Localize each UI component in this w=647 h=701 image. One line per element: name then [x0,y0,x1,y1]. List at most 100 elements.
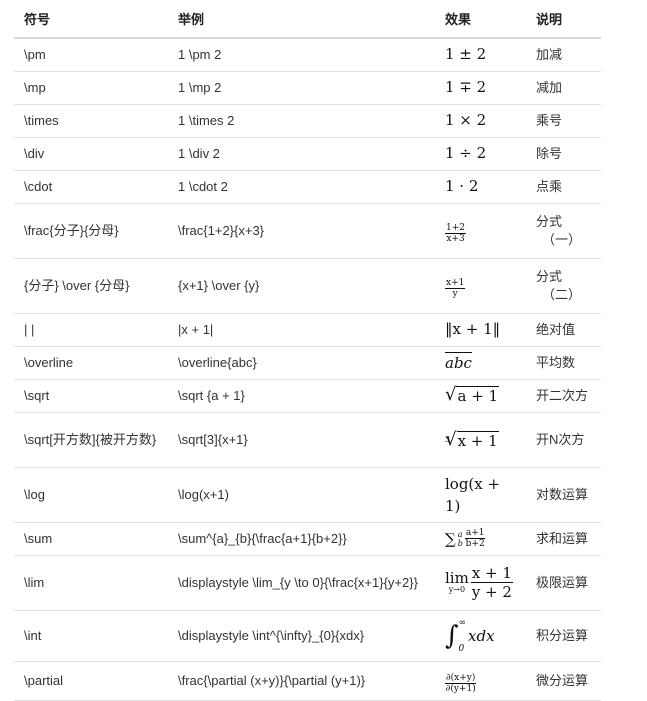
description-line-2: （一） [542,231,582,247]
table-row: \pm 1 \pm 2 1 ± 2 加减 [14,38,601,72]
table-row: \sqrt \sqrt {a + 1} √ a + 1 开二次方 [14,379,601,413]
table-row: \times 1 \times 2 1 × 2 乘号 [14,104,601,138]
rendered-math: √ a + 1 [445,384,500,405]
table-row: \mp 1 \mp 2 1 ∓ 2 减加 [14,71,601,105]
sum-limits: ab [458,530,463,548]
description-cell: 平均数 [526,346,601,380]
symbol-cell: \lim [14,555,168,611]
square-root: √ a + 1 [445,384,500,405]
example-cell: \sum^{a}_{b}{\frac{a+1}{b+2}} [168,522,435,556]
table-row: \div 1 \div 2 1 ÷ 2 除号 [14,137,601,171]
description-cell: 加减 [526,38,601,72]
table-row: {分子} \over {分母} {x+1} \over {y} x+1 y 分式… [14,258,601,314]
example-cell: \frac{1+2}{x+3} [168,203,435,259]
symbol-cell: \int [14,610,168,662]
description-cell: 极限运算 [526,555,601,611]
symbol-cell: \frac{分子}{分母} [14,203,168,259]
fraction: x + 1 y + 2 [470,564,513,601]
integral-lower: 0 [458,643,465,654]
sum-lower: b [457,538,463,548]
rendered-math: x+1 y [445,278,466,299]
description-line-1: 分式 [536,268,563,284]
example-cell: \frac{\partial (x+y)}{\partial (y+1)} [168,661,435,701]
symbol-cell: \times [14,104,168,138]
effect-cell: ‖x + 1‖ [435,313,526,347]
effect-cell: ∑ ab a+1 b+2 [435,522,526,556]
radical-sign-icon: √ [445,429,457,450]
denominator: y [452,289,458,299]
example-cell: 1 \div 2 [168,137,435,171]
integrand: xdx [468,626,495,645]
symbol-cell: \cdot [14,170,168,204]
description-cell: 积分运算 [526,610,601,662]
table-row: \frac{分子}{分母} \frac{1+2}{x+3} 1+2 x+3 分式… [14,203,601,259]
rendered-math: 1+2 x+3 [445,223,466,244]
math-line-1: log(x + [445,474,501,493]
example-cell: \displaystyle \lim_{y \to 0}{\frac{x+1}{… [168,555,435,611]
description-cell: 减加 [526,71,601,105]
description-cell: 分式 （二） [526,258,601,314]
rendered-math: abc [445,352,472,372]
rendered-math: ‖x + 1‖ [445,320,501,338]
example-cell: \sqrt[3]{x+1} [168,412,435,468]
description-line-1: 分式 [536,213,563,229]
effect-cell: √ a + 1 [435,379,526,413]
table-row: \sqrt[开方数]{被开方数} \sqrt[3]{x+1} 3 √ x + 1 开… [14,412,601,468]
symbol-cell: \pm [14,38,168,72]
effect-cell: abc [435,346,526,380]
description-line-2: （二） [542,286,582,302]
example-cell: 1 \cdot 2 [168,170,435,204]
effect-cell: 1 ÷ 2 [435,137,526,171]
symbol-cell: \mp [14,71,168,105]
rendered-math: 1 ± 2 [445,45,487,64]
fraction: ∂(x+y) ∂(y+1) [445,673,477,694]
example-cell: 1 \pm 2 [168,38,435,72]
example-cell: |x + 1| [168,313,435,347]
table-row: \overline \overline{abc} abc 平均数 [14,346,601,380]
rendered-math: lim y→0 x + 1 y + 2 [445,564,513,601]
effect-cell: x+1 y [435,258,526,314]
fraction: a+1 b+2 [464,528,486,549]
rendered-math: 1 ∓ 2 [445,78,487,96]
table-row: \lim \displaystyle \lim_{y \to 0}{\frac{… [14,555,601,611]
numerator: x + 1 [470,564,513,583]
symbol-cell: \log [14,467,168,523]
example-cell: \sqrt {a + 1} [168,379,435,413]
nth-root: 3 √ x + 1 [445,431,499,450]
integral-upper: ∞ [458,617,467,628]
example-cell: \displaystyle \int^{\infty}_{0}{xdx} [168,610,435,662]
symbol-cell: \sqrt [14,379,168,413]
denominator: b+2 [465,539,485,549]
limit-operator: lim y→0 [445,569,469,595]
fraction: x+1 y [445,278,466,299]
table-row: \partial \frac{\partial (x+y)}{\partial … [14,661,601,701]
numerator: 1+2 [445,223,466,234]
radical-sign-icon: √ [445,384,457,405]
numerator: ∂(x+y) [445,673,477,684]
effect-cell: 1 × 2 [435,104,526,138]
denominator: y + 2 [471,583,512,601]
effect-cell: 3 √ x + 1 [435,412,526,468]
table-row: \int \displaystyle \int^{\infty}_{0}{xdx… [14,610,601,662]
table-row: | | |x + 1| ‖x + 1‖ 绝对值 [14,313,601,347]
effect-cell: lim y→0 x + 1 y + 2 [435,555,526,611]
effect-cell: log(x + 1) [435,467,526,523]
table-row: \sum \sum^{a}_{b}{\frac{a+1}{b+2}} ∑ ab … [14,522,601,556]
description-cell: 除号 [526,137,601,171]
description-cell: 开二次方 [526,379,601,413]
sum-upper: a [457,529,463,539]
integral: ∫ ∞ 0 [445,614,466,658]
rendered-math: ∫ ∞ 0 xdx [445,614,495,658]
rendered-math: log(x + 1) [445,473,500,517]
description-cell: 点乘 [526,170,601,204]
effect-cell: 1+2 x+3 [435,203,526,259]
effect-cell: 1 ∓ 2 [435,71,526,105]
lim-label: lim [445,569,469,587]
latex-symbol-table: 符号 举例 效果 说明 \pm 1 \pm 2 1 ± 2 加减 \mp 1 \… [14,0,601,701]
rendered-math: 1 ÷ 2 [445,144,487,162]
description-cell: 求和运算 [526,522,601,556]
rendered-math: 1 · 2 [445,177,479,195]
fraction: 1+2 x+3 [445,223,466,244]
description-cell: 对数运算 [526,467,601,523]
radicand: x + 1 [456,431,499,450]
